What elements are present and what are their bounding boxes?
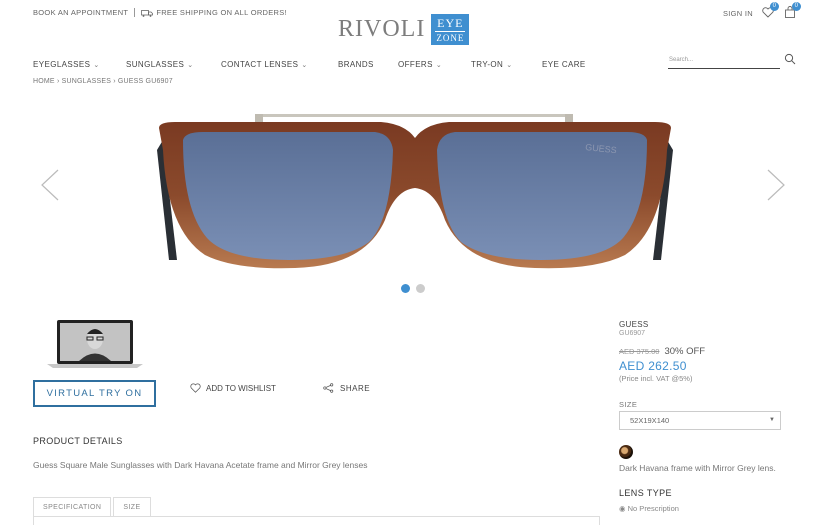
main-nav: EYEGLASSES ⌄ SUNGLASSES ⌄ CONTACT LENSES ⌄ … [33, 60, 602, 69]
add-to-wishlist-label: ADD TO WISHLIST [206, 383, 276, 393]
tab-specification[interactable]: SPECIFICATION [33, 497, 112, 517]
nav-item-contact-lenses[interactable]: CONTACT LENSES ⌄ [221, 60, 338, 69]
share-button[interactable]: SHARE [323, 383, 370, 393]
size-select[interactable]: 52X19X140 ▼ [619, 411, 781, 430]
nav-item-label: SUNGLASSES [126, 60, 185, 69]
site-logo[interactable]: RIVOLI EYE ZONE [338, 14, 470, 45]
caret-down-icon: ▼ [769, 417, 775, 423]
cart-button[interactable]: 0 [783, 2, 801, 19]
product-brand[interactable]: GUESS [619, 320, 789, 329]
search-underline [668, 68, 780, 69]
share-icon [323, 383, 334, 393]
sign-in-link[interactable]: SIGN IN [723, 9, 753, 18]
nav-item-eye-care[interactable]: EYE CARE [542, 60, 602, 69]
truck-icon [141, 9, 154, 17]
size-label: SIZE [619, 400, 638, 409]
nav-item-label: OFFERS [398, 60, 433, 69]
search-icon[interactable] [784, 53, 796, 65]
current-price: AED 262.50 [619, 359, 687, 373]
chevron-left-icon[interactable] [40, 168, 60, 202]
nav-item-eyeglasses[interactable]: EYEGLASSES ⌄ [33, 60, 126, 69]
discount-badge: 30% OFF [664, 346, 706, 357]
logo-badge: EYE ZONE [431, 14, 470, 45]
nav-item-sunglasses[interactable]: SUNGLASSES ⌄ [126, 60, 221, 69]
lens-type-option-label: No Prescription [627, 504, 679, 513]
logo-badge-top: EYE [437, 16, 464, 30]
carousel-dots [401, 284, 425, 293]
carousel-dot-1[interactable] [401, 284, 410, 293]
add-to-wishlist-button[interactable]: ADD TO WISHLIST [190, 383, 276, 393]
top-bar-right: SIGN IN 0 0 [723, 2, 801, 19]
heart-icon [190, 383, 201, 393]
nav-item-label: CONTACT LENSES [221, 60, 299, 69]
nav-item-label: BRANDS [338, 60, 374, 69]
size-selected-value: 52X19X140 [630, 416, 670, 425]
product-description: Guess Square Male Sunglasses with Dark H… [33, 460, 368, 470]
tab-size[interactable]: SIZE [113, 497, 151, 517]
cart-count-badge: 0 [792, 2, 801, 11]
logo-badge-bottom: ZONE [435, 31, 466, 43]
color-description: Dark Havana frame with Mirror Grey lens. [619, 463, 776, 473]
book-appointment-link[interactable]: BOOK AN APPOINTMENT [33, 8, 128, 17]
top-bar-left: BOOK AN APPOINTMENT FREE SHIPPING ON ALL… [33, 8, 287, 17]
carousel-dot-2[interactable] [416, 284, 425, 293]
product-image: GUESS [157, 114, 673, 269]
product-tabs: SPECIFICATION SIZE [33, 497, 153, 517]
nav-item-brands[interactable]: BRANDS [338, 60, 398, 69]
nav-item-offers[interactable]: OFFERS ⌄ [398, 60, 471, 69]
free-shipping-text: FREE SHIPPING ON ALL ORDERS! [156, 8, 287, 17]
nav-item-label: EYE CARE [542, 60, 586, 69]
product-details-title: PRODUCT DETAILS [33, 436, 123, 446]
product-gallery: GUESS [0, 90, 825, 305]
wishlist-count-badge: 0 [770, 2, 779, 11]
chevron-right-icon[interactable] [766, 168, 786, 202]
search-input[interactable]: Search... [669, 57, 693, 63]
wishlist-button[interactable]: 0 [761, 2, 779, 19]
chevron-down-icon: ⌄ [301, 62, 308, 69]
lens-type-label: LENS TYPE [619, 488, 672, 498]
nav-item-try-on[interactable]: TRY-ON ⌄ [471, 60, 542, 69]
nav-item-label: TRY-ON [471, 60, 504, 69]
divider [134, 8, 136, 17]
product-info-panel: GUESS GU6907 AED 375.00 30% OFF AED 262.… [619, 320, 789, 513]
tab-panel [33, 516, 600, 525]
lens-type-option[interactable]: ◉ No Prescription [619, 504, 789, 513]
breadcrumb[interactable]: HOME › SUNGLASSES › GUESS GU6907 [33, 78, 173, 85]
logo-wordmark: RIVOLI [338, 16, 426, 42]
color-swatch[interactable] [619, 445, 633, 459]
chevron-down-icon: ⌄ [506, 62, 513, 69]
vat-note: (Price incl. VAT @5%) [619, 374, 693, 383]
share-label: SHARE [340, 383, 371, 393]
search-field[interactable]: Search... [668, 53, 796, 69]
virtual-try-on-button[interactable]: VIRTUAL TRY ON [33, 380, 156, 407]
free-shipping-notice: FREE SHIPPING ON ALL ORDERS! [141, 8, 287, 17]
price-row: AED 375.00 30% OFF [619, 346, 789, 357]
original-price: AED 375.00 [619, 347, 660, 356]
chevron-down-icon: ⌄ [187, 62, 194, 69]
chevron-down-icon: ⌄ [435, 62, 443, 69]
virtual-try-on-thumbnail[interactable] [47, 320, 143, 370]
chevron-down-icon: ⌄ [93, 62, 100, 69]
nav-item-label: EYEGLASSES [33, 60, 91, 69]
product-model: GU6907 [619, 330, 646, 337]
